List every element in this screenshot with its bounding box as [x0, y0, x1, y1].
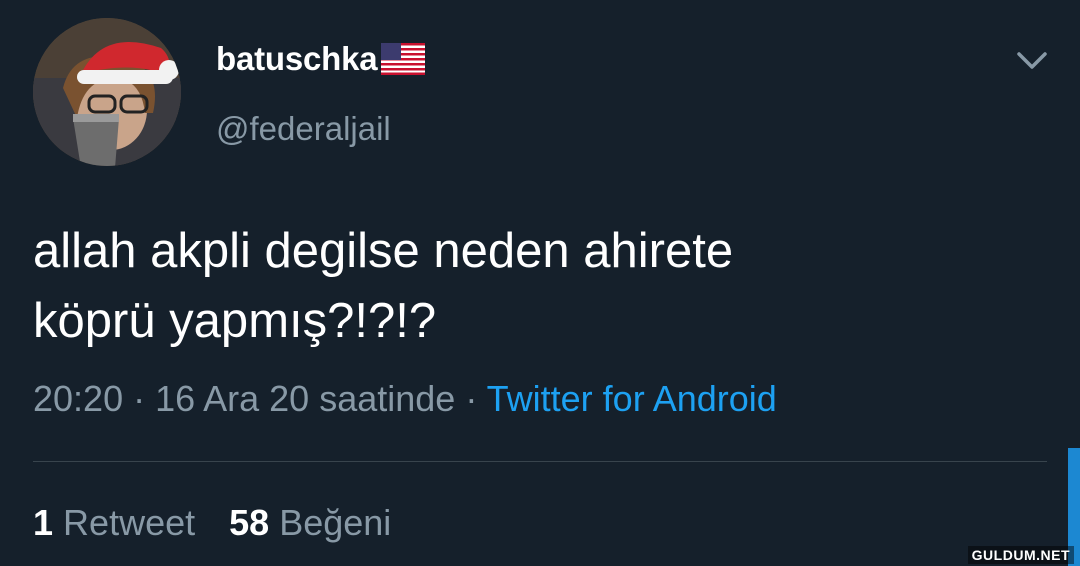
tweet-meta: 20:20 · 16 Ara 20 saatinde · Twitter for…	[33, 378, 777, 420]
user-avatar[interactable]	[33, 18, 181, 166]
tweet-source-link[interactable]: Twitter for Android	[487, 378, 777, 419]
like-count: 58	[229, 502, 270, 543]
tweet-timestamp[interactable]: 20:20 · 16 Ara 20 saatinde ·	[33, 378, 487, 419]
display-name[interactable]: batuschka	[216, 40, 426, 78]
retweet-stat[interactable]: 1 Retweet	[33, 502, 195, 543]
tweet-text-line-2: köprü yapmış?!?!?	[33, 294, 437, 348]
like-label: Beğeni	[279, 502, 392, 543]
tweet-text-line-1: allah akpli degilse neden ahirete	[33, 224, 734, 278]
divider	[33, 461, 1047, 462]
tweet-stats: 1 Retweet 58 Beğeni	[33, 502, 391, 544]
tweet-text: allah akpli degilse neden ahirete köprü …	[33, 216, 1033, 356]
like-stat[interactable]: 58 Beğeni	[229, 502, 391, 543]
retweet-count: 1	[33, 502, 54, 543]
us-flag-icon	[381, 43, 426, 75]
display-name-text: batuschka	[216, 40, 378, 77]
retweet-label: Retweet	[63, 502, 196, 543]
watermark: GULDUM.NET	[967, 546, 1074, 564]
user-handle[interactable]: @federaljail	[216, 110, 391, 148]
chevron-down-icon[interactable]	[1013, 46, 1051, 74]
avatar-image	[33, 18, 181, 166]
